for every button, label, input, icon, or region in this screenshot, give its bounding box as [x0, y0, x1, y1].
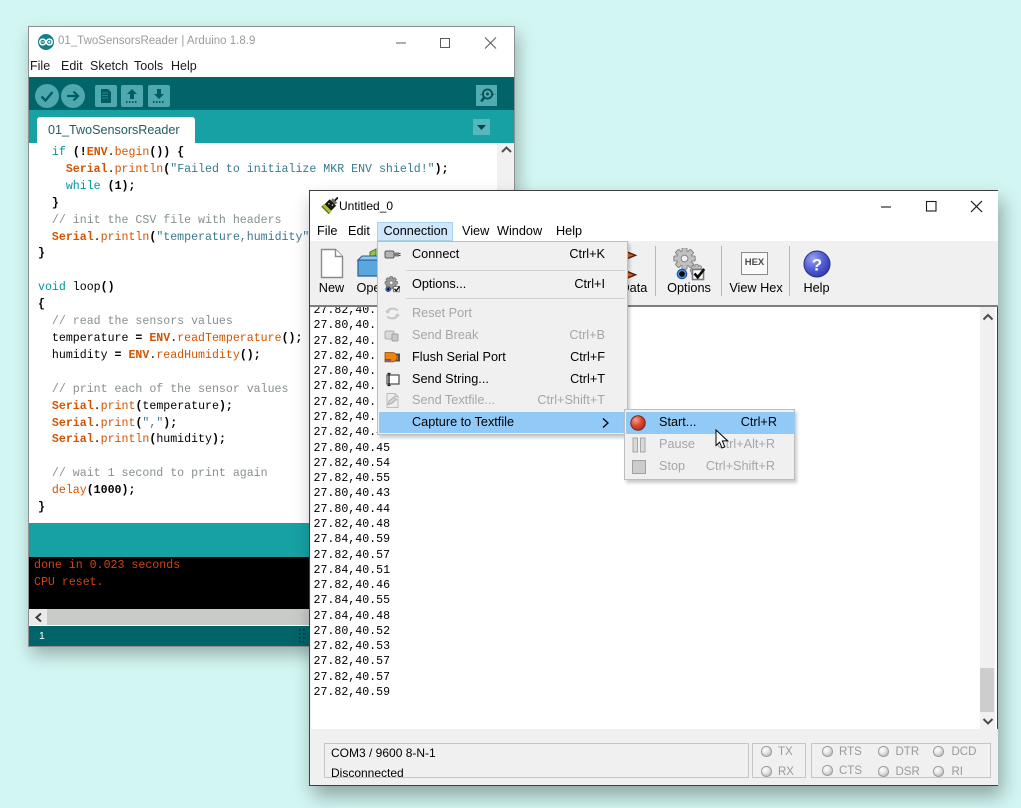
svg-text:?: ?	[812, 256, 822, 275]
